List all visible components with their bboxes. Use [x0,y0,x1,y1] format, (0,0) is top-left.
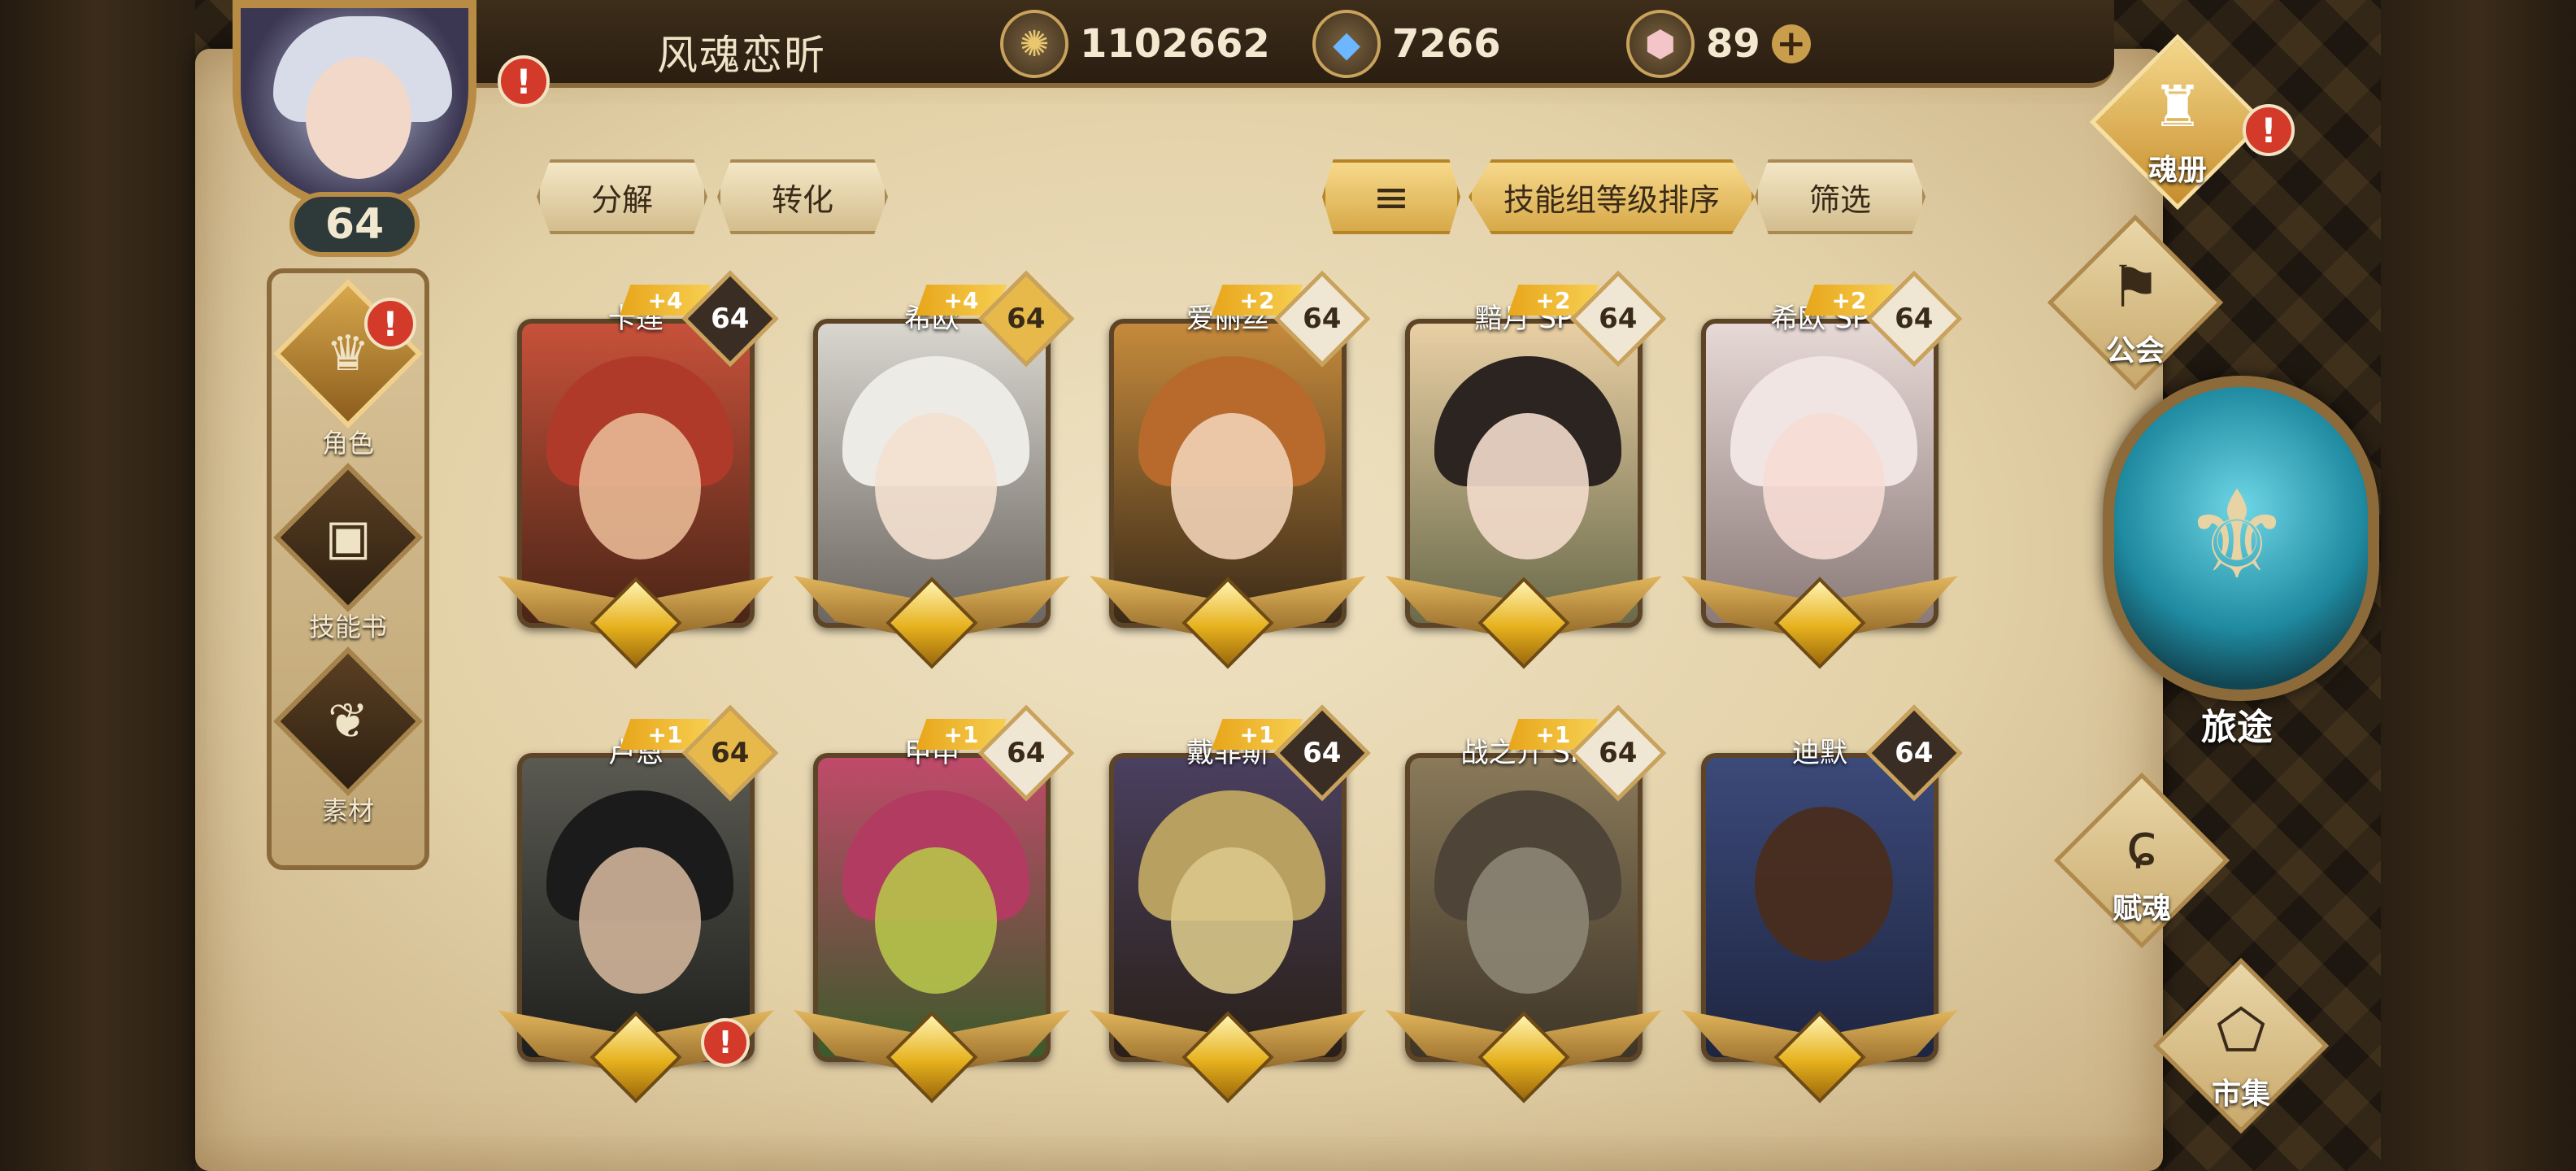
hero-card[interactable]: 希欧 SP +2 64 [1682,270,1963,675]
convert-button[interactable]: 转化 [717,159,888,234]
hero-card[interactable]: 黯月 SP +2 64 [1386,270,1667,675]
rank-wings-icon [1386,1002,1662,1104]
decompose-button[interactable]: 分解 [537,159,707,234]
gold-resource: ✺ 1102662 [1000,10,1270,78]
rank-wings-icon [1682,1002,1958,1104]
guild-icon: ⚑ [2109,254,2161,320]
rank-wings-icon [498,568,774,669]
gem-amount: 89 [1706,21,1760,67]
gem-resource[interactable]: ⬢ 89 + [1626,10,1811,78]
endow-soul-label: 赋魂 [2112,892,2171,925]
player-avatar-panel[interactable]: 64 [200,0,509,268]
add-gems-button[interactable]: + [1771,24,1811,63]
soul-book-alert-icon: ! [2243,104,2295,156]
hero-card[interactable]: 迪默 64 [1682,704,1963,1109]
gold-amount: 1102662 [1080,21,1270,67]
rank-wings-icon [794,568,1070,669]
avatar-alert-icon: ! [498,55,550,107]
nav-item-skill-book[interactable]: ▣ 技能书 [272,463,424,655]
hero-card[interactable]: 战之介 SP +1 64 [1386,704,1667,1109]
crystal-icon: ◆ [1312,10,1381,78]
gem-icon: ⬢ [1626,10,1695,78]
nav-guild[interactable]: ⚑ 公会 [2030,214,2241,392]
endow-soul-icon: ɕ [2126,812,2158,878]
skill-book-icon: ▣ [324,508,372,566]
rank-wings-icon [1090,568,1366,669]
hero-card[interactable]: 卡莲 +4 64 [498,270,779,675]
rank-wings-icon [1090,1002,1366,1104]
hero-card[interactable]: 爱丽丝 +2 64 [1090,270,1371,675]
nav-item-material[interactable]: ❦ 素材 [272,646,424,839]
avatar[interactable] [233,0,476,211]
gold-coin-icon: ✺ [1000,10,1068,78]
character-icon: ♛ [326,324,370,382]
sort-order-button[interactable]: ≡ [1322,159,1460,234]
player-name: 风魂恋昕 [657,32,826,79]
nav-endow-soul[interactable]: ɕ 赋魂 [2036,772,2247,950]
sort-mode-button[interactable]: 技能组等级排序 [1469,159,1755,234]
journey-button[interactable]: ⚜ 旅途 [2086,376,2387,766]
left-wall [0,0,195,1171]
left-nav: ♛ 角色 ▣ 技能书 ❦ 素材 [267,268,429,870]
journey-emblem-icon: ⚜ [2182,465,2292,607]
hero-card[interactable]: 希欧 +4 64 [794,270,1075,675]
hero-card[interactable]: 甲申 +1 64 [794,704,1075,1109]
player-level-badge: 64 [289,192,420,257]
crystal-amount: 7266 [1392,21,1501,67]
rank-wings-icon [794,1002,1070,1104]
filter-button[interactable]: 筛选 [1755,159,1925,234]
rank-wings-icon [1682,568,1958,669]
nav-market[interactable]: ⬠ 市集 [2135,957,2347,1135]
crystal-resource: ◆ 7266 [1312,10,1501,78]
hero-card[interactable]: 戴菲斯 +1 64 [1090,704,1371,1109]
market-icon: ⬠ [2216,997,2266,1064]
journey-label: 旅途 [2201,707,2273,748]
hero-alert-icon: ! [701,1018,750,1067]
hero-card[interactable]: 卢恩 +1 64 ! [498,704,779,1109]
rank-wings-icon [1386,568,1662,669]
guild-label: 公会 [2105,334,2165,368]
material-icon: ❦ [327,693,369,750]
right-wall [2381,0,2576,1171]
character-alert-icon: ! [364,298,416,350]
market-label: 市集 [2211,1077,2270,1111]
soul-book-label: 魂册 [2147,154,2207,187]
